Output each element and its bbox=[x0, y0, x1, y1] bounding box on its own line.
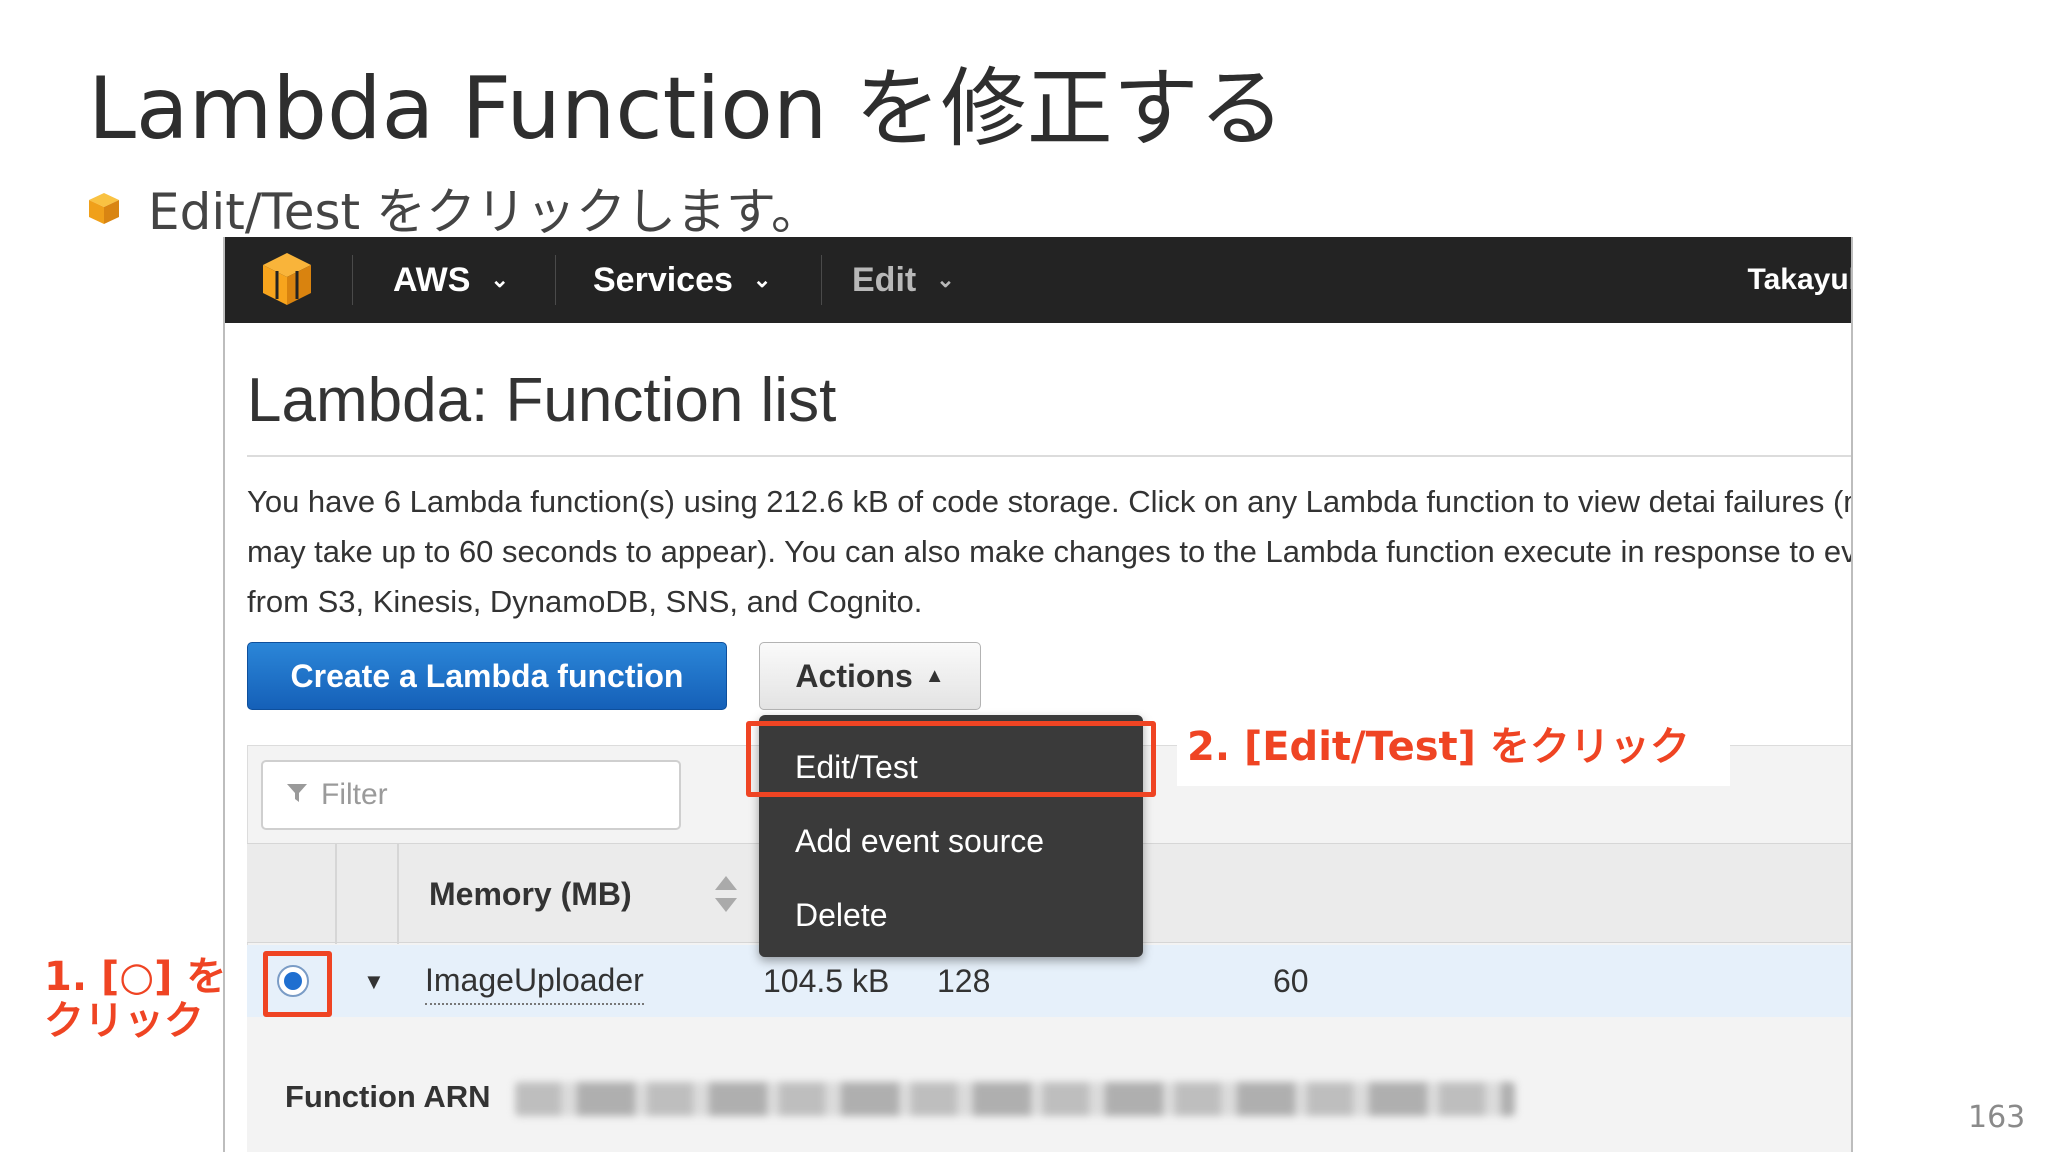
function-arn-value-blurred bbox=[515, 1082, 1515, 1116]
function-name-link[interactable]: ImageUploader bbox=[425, 957, 644, 1005]
timeout-cell: 60 bbox=[1273, 962, 1309, 999]
top-navbar: AWS ⌄ Services ⌄ Edit ⌄ Takayul bbox=[225, 237, 1851, 323]
filter-funnel-icon bbox=[285, 778, 309, 812]
actions-button[interactable]: Actions ▲ bbox=[759, 642, 981, 710]
step2-annotation: 2. [Edit/Test] をクリック bbox=[1177, 700, 1730, 786]
nav-services-menu[interactable]: Services ⌄ bbox=[593, 237, 771, 323]
step1-line1: 1. [○] を bbox=[44, 954, 227, 1000]
function-arn-label: Function ARN bbox=[285, 1079, 491, 1114]
column-divider bbox=[397, 844, 399, 944]
edit-test-highlight-box bbox=[746, 721, 1156, 797]
nav-services-label: Services bbox=[593, 260, 733, 299]
box-icon bbox=[86, 190, 122, 226]
bullet-text: Edit/Test をクリックします。 bbox=[148, 183, 822, 241]
step1-annotation: 1. [○] を クリック bbox=[44, 955, 226, 1043]
nav-divider bbox=[555, 255, 556, 305]
filter-input[interactable]: Filter bbox=[261, 760, 681, 830]
nav-divider bbox=[352, 255, 353, 305]
sort-icon[interactable] bbox=[713, 874, 739, 919]
nav-aws-menu[interactable]: AWS ⌄ bbox=[393, 237, 509, 323]
aws-console-screenshot: AWS ⌄ Services ⌄ Edit ⌄ Takayul Lambda: … bbox=[223, 237, 1853, 1152]
nav-divider bbox=[821, 255, 822, 305]
expand-triangle-icon[interactable]: ▼ bbox=[363, 969, 385, 995]
aws-cube-icon[interactable] bbox=[261, 251, 313, 312]
title-divider bbox=[247, 455, 1851, 457]
radio-highlight-box bbox=[263, 951, 332, 1017]
menu-item-add-event-source[interactable]: Add event source bbox=[795, 823, 1044, 860]
bullet-point: Edit/Test をクリックします。 bbox=[86, 178, 821, 241]
chevron-down-icon: ⌄ bbox=[936, 267, 955, 292]
nav-aws-label: AWS bbox=[393, 260, 471, 299]
column-header-memory[interactable]: Memory (MB) bbox=[429, 844, 632, 944]
filter-placeholder: Filter bbox=[321, 778, 388, 811]
menu-item-delete[interactable]: Delete bbox=[795, 897, 888, 934]
page-description: You have 6 Lambda function(s) using 212.… bbox=[247, 484, 1853, 619]
column-divider bbox=[335, 844, 337, 944]
step1-line2: クリック bbox=[44, 998, 204, 1044]
slide-number: 163 bbox=[1968, 1100, 2026, 1135]
create-lambda-function-button[interactable]: Create a Lambda function bbox=[247, 642, 727, 710]
page-title: Lambda: Function list bbox=[247, 366, 837, 435]
actions-button-label: Actions bbox=[795, 657, 913, 694]
caret-up-icon: ▲ bbox=[924, 664, 945, 687]
nav-edit-menu[interactable]: Edit ⌄ bbox=[852, 237, 955, 323]
nav-edit-label: Edit bbox=[852, 260, 917, 299]
chevron-down-icon: ⌄ bbox=[752, 267, 772, 292]
slide-title: Lambda Function を修正する bbox=[88, 59, 1285, 159]
chevron-down-icon: ⌄ bbox=[490, 267, 509, 292]
nav-user-menu[interactable]: Takayul bbox=[1748, 237, 1852, 323]
